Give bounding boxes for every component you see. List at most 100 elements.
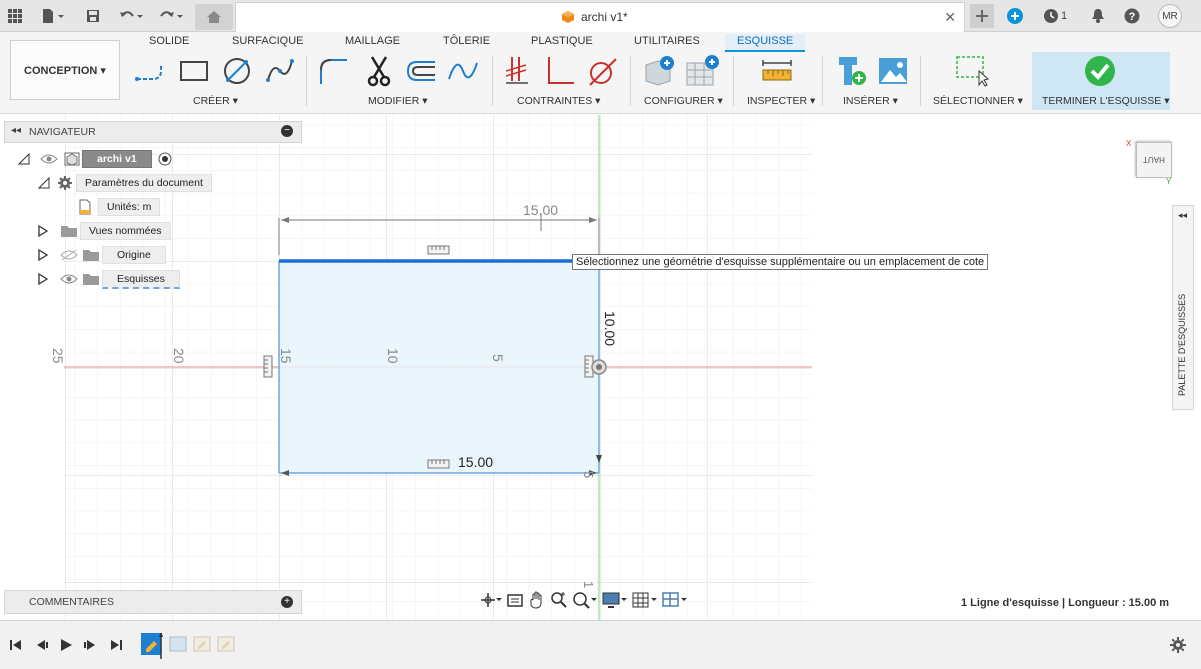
group-modify-label[interactable]: MODIFIER ▾ [368, 95, 428, 107]
group-select-label[interactable]: SÉLECTIONNER ▾ [933, 95, 1023, 107]
tangent-constraint-button[interactable] [585, 54, 619, 88]
tab-solid[interactable]: SOLIDE [149, 34, 189, 52]
palette-label: PALETTE D'ESQUISSES [1177, 293, 1187, 396]
activate-radio-icon[interactable] [158, 152, 172, 166]
group-inspect-label[interactable]: INSPECTER ▾ [747, 95, 815, 107]
coincident-marker[interactable] [591, 359, 607, 375]
grid-settings-icon[interactable] [632, 591, 658, 612]
user-avatar[interactable]: MR [1158, 4, 1182, 28]
group-configure-label[interactable]: CONFIGURER ▾ [644, 95, 723, 107]
redo-icon[interactable] [156, 6, 186, 26]
offset-tool-button[interactable] [404, 54, 438, 88]
tab-sketch[interactable]: ESQUISSE [725, 34, 806, 52]
dimension-top[interactable]: 15.00 [523, 202, 558, 218]
orbit-icon[interactable] [480, 592, 502, 611]
group-constraints-label[interactable]: CONTRAINTES ▾ [517, 95, 600, 107]
insert-derive-button[interactable] [834, 54, 868, 88]
display-settings-icon[interactable] [602, 591, 628, 612]
collapsed-triangle-icon[interactable] [38, 273, 48, 285]
dimension-bottom[interactable]: 15.00 [458, 454, 493, 470]
configure-table-button[interactable] [685, 54, 719, 88]
tab-sheet-metal[interactable]: TÔLERIE [443, 34, 490, 52]
horizontal-constraint-marker[interactable] [427, 245, 450, 255]
notifications-bell-icon[interactable] [1088, 6, 1108, 26]
timeline-feature-sketch[interactable] [192, 633, 212, 655]
expand-double-arrow-icon[interactable]: ◂◂ [1178, 210, 1187, 221]
group-finish-label[interactable]: TERMINER L'ESQUISSE ▾ [1042, 95, 1169, 107]
trim-tool-button[interactable] [362, 54, 396, 88]
job-count: 1 [1060, 10, 1068, 22]
spline-tool-button[interactable] [263, 54, 297, 88]
viewcube[interactable]: HAUT [1136, 142, 1172, 178]
eye-hidden-icon[interactable] [60, 249, 78, 261]
workspace-selector[interactable]: CONCEPTION ▾ [10, 40, 120, 100]
timeline-last-icon[interactable] [108, 637, 124, 653]
parallel-constraint-button[interactable] [500, 54, 534, 88]
zoom-icon[interactable] [550, 591, 568, 612]
group-create-label[interactable]: CRÉER ▾ [193, 95, 238, 107]
extensions-icon[interactable] [1005, 6, 1025, 26]
timeline-feature-canvas[interactable] [168, 633, 188, 655]
document-tab[interactable]: archi v1* ✕ [235, 2, 965, 32]
horizontal-constraint-marker[interactable] [427, 459, 450, 469]
line-tool-button[interactable] [134, 54, 168, 88]
help-icon[interactable]: ? [1122, 6, 1142, 26]
rectangle-tool-button[interactable] [177, 54, 211, 88]
nav-item-units[interactable]: Unités: m [78, 197, 161, 217]
image-icon [879, 58, 907, 84]
timeline-feature-sketch-active[interactable] [141, 631, 163, 659]
insert-canvas-button[interactable] [876, 54, 910, 88]
collapsed-triangle-icon[interactable] [38, 249, 48, 261]
finish-sketch-button[interactable] [1083, 54, 1117, 88]
tab-plastic[interactable]: PLASTIQUE [531, 34, 593, 52]
nav-item-named-views[interactable]: Vues nommées [38, 221, 171, 241]
vertical-constraint-marker[interactable] [263, 355, 273, 378]
expanded-triangle-icon[interactable] [38, 177, 50, 189]
dimension-right[interactable]: 10.00 [602, 311, 618, 346]
fit-zoom-icon[interactable] [572, 591, 598, 612]
timeline-settings-gear-icon[interactable] [1170, 637, 1186, 653]
expanded-triangle-icon[interactable] [18, 153, 30, 165]
nav-item-sketches[interactable]: Esquisses [38, 269, 180, 289]
fillet-tool-button[interactable] [316, 54, 350, 88]
circle-tool-button[interactable] [220, 54, 254, 88]
look-at-icon[interactable] [506, 592, 524, 611]
timeline-previous-icon[interactable] [34, 637, 50, 653]
timeline-play-icon[interactable] [58, 637, 74, 653]
measure-tool-button[interactable] [760, 54, 794, 88]
new-tab-button[interactable] [970, 4, 994, 28]
pan-hand-icon[interactable] [528, 591, 546, 612]
tab-surface[interactable]: SURFACIQUE [232, 34, 304, 52]
timeline-feature-sketch[interactable] [216, 633, 236, 655]
timeline-next-icon[interactable] [82, 637, 98, 653]
viewports-icon[interactable] [662, 591, 688, 612]
collapse-navigator-icon[interactable]: − [281, 125, 293, 137]
close-tab-icon[interactable]: ✕ [944, 9, 956, 26]
tab-utilities[interactable]: UTILITAIRES [634, 34, 700, 52]
configure-parameters-button[interactable] [642, 54, 676, 88]
nav-item-document-settings[interactable]: Paramètres du document [38, 173, 212, 193]
comments-panel-header[interactable]: COMMENTAIRES + [4, 590, 302, 614]
sketch-palette-tab[interactable]: ◂◂ PALETTE D'ESQUISSES [1172, 205, 1194, 410]
navigator-header[interactable]: ◂◂ NAVIGATEUR − [4, 121, 302, 143]
group-insert-label[interactable]: INSÉRER ▾ [843, 95, 898, 107]
app-grid-icon[interactable] [6, 6, 24, 26]
nav-item-root[interactable]: archi v1 [18, 149, 172, 169]
add-comment-icon[interactable]: + [281, 596, 293, 608]
spline-modify-tool-button[interactable] [446, 54, 480, 88]
undo-icon[interactable] [116, 6, 146, 26]
tab-mesh[interactable]: MAILLAGE [345, 34, 400, 52]
circle-icon [224, 58, 250, 84]
select-tool-button[interactable] [955, 54, 989, 88]
collapse-double-arrow-icon[interactable]: ◂◂ [11, 125, 21, 136]
file-menu-icon[interactable] [38, 6, 68, 26]
perpendicular-constraint-button[interactable] [543, 54, 577, 88]
eye-icon[interactable] [40, 153, 58, 165]
collapsed-triangle-icon[interactable] [38, 225, 48, 237]
nav-item-origin[interactable]: Origine [38, 245, 166, 265]
timeline-first-icon[interactable] [8, 637, 24, 653]
save-icon[interactable] [84, 6, 102, 26]
job-status-button[interactable]: 1 [1040, 6, 1070, 26]
eye-icon[interactable] [60, 273, 78, 285]
home-button[interactable] [195, 4, 233, 30]
